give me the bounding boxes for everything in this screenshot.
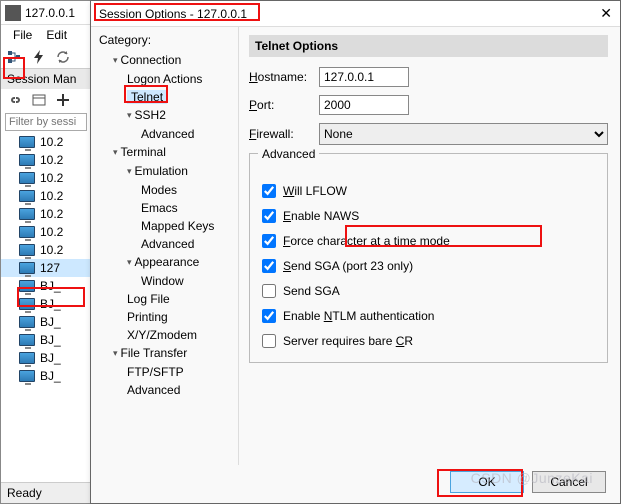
tree-ssh2-advanced[interactable]: Advanced <box>141 127 194 141</box>
filter-box <box>5 113 87 131</box>
category-label: Category: <box>99 33 234 47</box>
tree-modes[interactable]: Modes <box>141 183 177 197</box>
chk-send-sga-23[interactable] <box>262 259 276 273</box>
tree-connection[interactable]: Connection <box>121 53 182 67</box>
dialog-buttons: OK Cancel <box>450 471 606 493</box>
section-header: Telnet Options <box>249 35 608 57</box>
tree-window[interactable]: Window <box>141 274 184 288</box>
category-panel: Category: Connection Logon Actions Telne… <box>91 27 239 465</box>
tree-appearance[interactable]: Appearance <box>135 255 200 269</box>
app-icon <box>5 5 21 21</box>
tree-logon-actions[interactable]: Logon Actions <box>127 72 202 86</box>
tree-emacs[interactable]: Emacs <box>141 201 178 215</box>
chk-enable-naws[interactable] <box>262 209 276 223</box>
chk-will-lflow[interactable] <box>262 184 276 198</box>
session-label: BJ_ <box>40 333 61 347</box>
session-label: 10.2 <box>40 171 63 185</box>
ok-button[interactable]: OK <box>450 471 524 493</box>
monitor-icon <box>19 136 35 148</box>
link-icon[interactable] <box>7 92 23 108</box>
options-panel: Telnet Options Hostname: Port: Firewall:… <box>239 27 620 465</box>
tree-telnet[interactable]: Telnet <box>127 90 167 104</box>
port-input[interactable] <box>319 95 409 115</box>
lbl-enable-naws: Enable NAWS <box>283 209 359 223</box>
tree-ssh2[interactable]: SSH2 <box>135 108 166 122</box>
lbl-send-sga: Send SGA <box>283 284 340 298</box>
monitor-icon <box>19 370 35 382</box>
plus-icon[interactable] <box>55 92 71 108</box>
firewall-label: Firewall: <box>249 127 319 141</box>
dialog-titlebar: Session Options - 127.0.0.1 ✕ <box>91 1 620 27</box>
main-title: 127.0.0.1 <box>25 6 75 20</box>
firewall-select[interactable]: None <box>319 123 608 145</box>
monitor-icon <box>19 280 35 292</box>
session-label: 10.2 <box>40 153 63 167</box>
tree-xyz[interactable]: X/Y/Zmodem <box>127 328 197 342</box>
session-label: 10.2 <box>40 207 63 221</box>
tree-mapped-keys[interactable]: Mapped Keys <box>141 219 214 233</box>
lightning-icon[interactable] <box>31 49 47 65</box>
tree-file-transfer[interactable]: File Transfer <box>121 346 188 360</box>
monitor-icon <box>19 316 35 328</box>
chk-ntlm[interactable] <box>262 309 276 323</box>
session-options-dialog: Session Options - 127.0.0.1 ✕ Category: … <box>90 0 621 504</box>
tree-ftp[interactable]: FTP/SFTP <box>127 365 184 379</box>
tree-terminal[interactable]: Terminal <box>121 145 166 159</box>
session-label: BJ_ <box>40 297 61 311</box>
category-tree[interactable]: Connection Logon Actions Telnet SSH2 Adv… <box>99 51 234 399</box>
lbl-send-sga-23: Send SGA (port 23 only) <box>283 259 413 273</box>
tree-log-file[interactable]: Log File <box>127 292 170 306</box>
session-label: 10.2 <box>40 189 63 203</box>
tree-printing[interactable]: Printing <box>127 310 168 324</box>
tree-ft-advanced[interactable]: Advanced <box>127 383 180 397</box>
tree-emulation[interactable]: Emulation <box>135 164 188 178</box>
session-label: BJ_ <box>40 351 61 365</box>
monitor-icon <box>19 298 35 310</box>
lbl-will-lflow: Will LFLOW <box>283 184 347 198</box>
session-label: BJ_ <box>40 315 61 329</box>
session-label: BJ_ <box>40 279 61 293</box>
session-label: 10.2 <box>40 135 63 149</box>
advanced-fieldset: Advanced Will LFLOW Enable NAWS Force ch… <box>249 153 608 363</box>
reconnect-icon[interactable] <box>55 49 71 65</box>
chk-force-char[interactable] <box>262 234 276 248</box>
lbl-ntlm: Enable NTLM authentication <box>283 309 434 323</box>
session-label: 127 <box>40 261 60 275</box>
hostname-label: Hostname: <box>249 70 319 84</box>
cancel-button[interactable]: Cancel <box>532 471 606 493</box>
menu-edit[interactable]: Edit <box>46 28 67 42</box>
status-bar: Ready <box>1 482 93 503</box>
menu-file[interactable]: File <box>13 28 32 42</box>
monitor-icon <box>19 208 35 220</box>
monitor-icon <box>19 154 35 166</box>
lbl-bare-cr: Server requires bare CR <box>283 334 413 348</box>
session-label: BJ_ <box>40 369 61 383</box>
monitor-icon <box>19 190 35 202</box>
hostname-input[interactable] <box>319 67 409 87</box>
monitor-icon <box>19 244 35 256</box>
lbl-force-char: Force character at a time mode <box>283 234 450 248</box>
close-icon[interactable]: ✕ <box>600 5 612 22</box>
port-label: Port: <box>249 98 319 112</box>
monitor-icon <box>19 172 35 184</box>
tree-emul-advanced[interactable]: Advanced <box>141 237 194 251</box>
monitor-icon <box>19 226 35 238</box>
advanced-legend: Advanced <box>258 147 319 161</box>
chk-bare-cr[interactable] <box>262 334 276 348</box>
tree-icon[interactable] <box>7 49 23 65</box>
window-icon[interactable] <box>31 92 47 108</box>
filter-input[interactable] <box>5 113 87 131</box>
chk-send-sga[interactable] <box>262 284 276 298</box>
monitor-icon <box>19 262 35 274</box>
session-label: 10.2 <box>40 225 63 239</box>
monitor-icon <box>19 352 35 364</box>
session-label: 10.2 <box>40 243 63 257</box>
monitor-icon <box>19 334 35 346</box>
dialog-title: Session Options - 127.0.0.1 <box>99 7 247 21</box>
